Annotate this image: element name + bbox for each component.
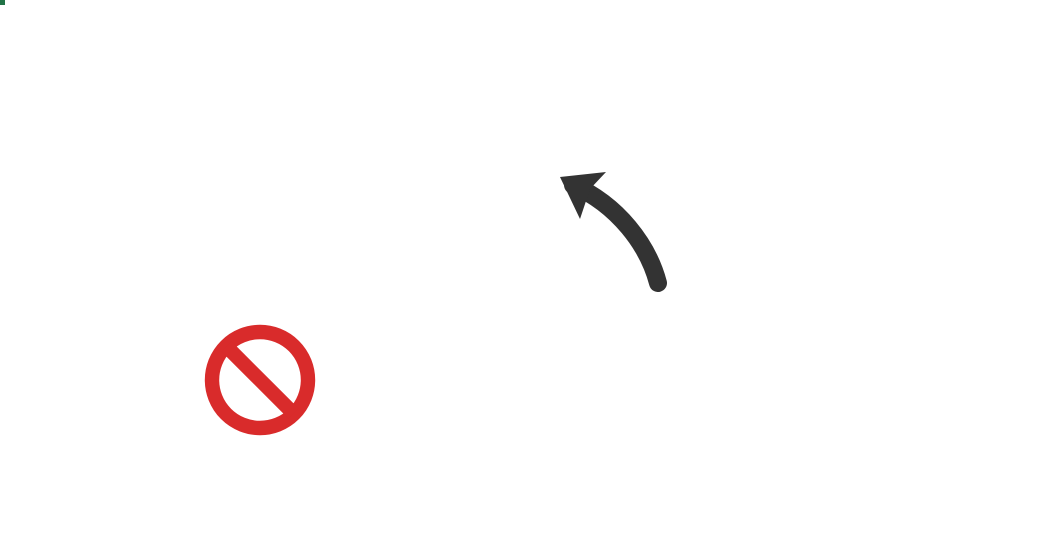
arrow-icon <box>548 155 688 295</box>
annotation-overlay <box>0 0 1040 544</box>
prohibition-icon <box>200 320 320 440</box>
fill-handle[interactable] <box>0 0 6 6</box>
selected-cell-outline <box>0 0 4 4</box>
